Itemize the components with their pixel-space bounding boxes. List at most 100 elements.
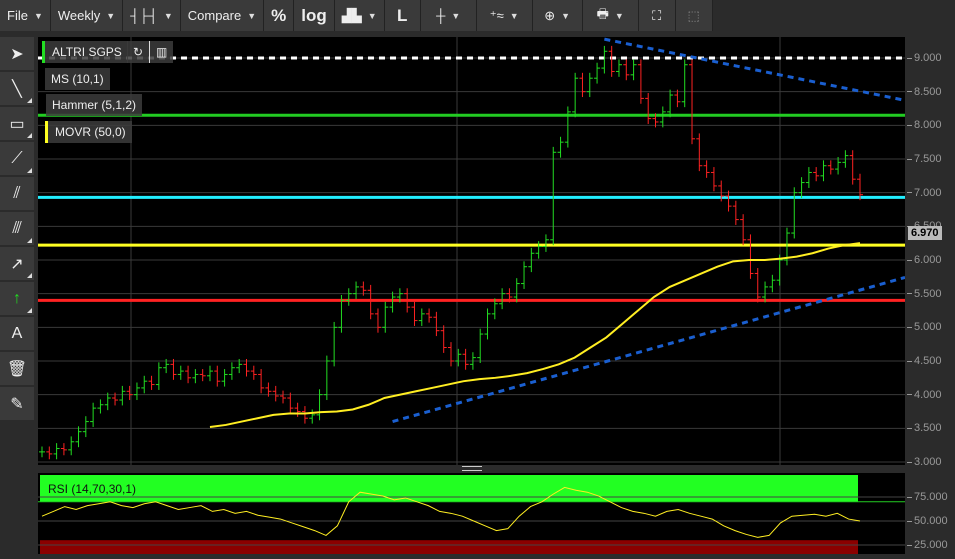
chevron-down-icon: ▼ bbox=[561, 10, 571, 21]
arrow-icon: ↗ bbox=[10, 255, 24, 273]
linear-button[interactable]: L bbox=[384, 0, 421, 31]
pointer-icon: ➤ bbox=[10, 45, 24, 63]
ohlc-bar bbox=[294, 402, 301, 417]
ohlc-bar bbox=[769, 274, 776, 293]
rsi-oversold-zone bbox=[40, 540, 858, 554]
ohlc-bar bbox=[747, 234, 754, 279]
period-label: Weekly bbox=[57, 8, 101, 23]
panel-splitter[interactable] bbox=[38, 465, 905, 473]
print-menu[interactable]: 🖶 ▼ bbox=[582, 0, 639, 31]
chart-type-menu[interactable]: ▟▙ ▼ bbox=[334, 0, 385, 31]
pointer-tool[interactable]: ➤ bbox=[0, 37, 34, 70]
print-icon: 🖶 bbox=[596, 5, 609, 21]
price-tick: 7.500 bbox=[907, 153, 942, 165]
fibonacci-tool[interactable]: ⫻ bbox=[0, 212, 34, 245]
ohlc-bar bbox=[681, 59, 688, 108]
ohlc-bar bbox=[228, 362, 235, 380]
parallel-tool[interactable]: ⫽ bbox=[0, 177, 34, 210]
drawing-tools: ➤ ╲ ▭ ⟋ ⫽ ⫻ ↗ ↑ A 🗑 ✎ bbox=[0, 37, 36, 422]
ohlc-bar bbox=[243, 358, 250, 377]
ohlc-bar bbox=[696, 133, 703, 172]
percent-button[interactable]: % bbox=[264, 0, 295, 31]
price-axis[interactable]: 9.0008.5008.0007.5007.0006.5006.0005.500… bbox=[905, 37, 955, 554]
ohlc-bar bbox=[820, 160, 827, 182]
rsi-panel[interactable]: RSI (14,70,30,1) bbox=[38, 473, 905, 554]
ohlc-bar bbox=[674, 89, 681, 108]
rsi-tick: 50.000 bbox=[907, 515, 948, 527]
snapshot-icon: ⬚ bbox=[687, 7, 700, 23]
zoom-menu[interactable]: ⊕ ▼ bbox=[532, 0, 583, 31]
ohlc-bar bbox=[835, 156, 842, 175]
text-tool[interactable]: A bbox=[0, 317, 34, 350]
crosshair-icon: ┼ bbox=[436, 8, 446, 23]
ohlc-bar bbox=[148, 375, 155, 390]
period-menu[interactable]: Weekly ▼ bbox=[50, 0, 124, 31]
rectangle-tool[interactable]: ▭ bbox=[0, 107, 34, 140]
price-tick: 8.000 bbox=[907, 119, 942, 131]
ohlc-bar bbox=[615, 59, 622, 77]
moving-average-line bbox=[209, 242, 861, 428]
ohlc-bar bbox=[513, 278, 520, 303]
price-tick: 8.500 bbox=[907, 86, 942, 98]
delete-tool[interactable]: 🗑 bbox=[0, 352, 34, 385]
refresh-button[interactable]: ↻ bbox=[127, 41, 150, 63]
ohlc-bar bbox=[280, 390, 287, 404]
line-icon: ╲ bbox=[12, 80, 22, 98]
chevron-down-icon: ▼ bbox=[614, 10, 624, 21]
ohlc-bar bbox=[601, 45, 608, 74]
price-tick: 5.000 bbox=[907, 321, 942, 333]
ohlc-bar bbox=[542, 234, 549, 252]
up-arrow-tool[interactable]: ↑ bbox=[0, 282, 34, 315]
log-button[interactable]: log bbox=[294, 0, 335, 31]
bar-style-menu[interactable]: ┤├┤ ▼ bbox=[123, 0, 181, 31]
fan-tool[interactable]: ⟋ bbox=[0, 142, 34, 175]
price-chart[interactable]: ALTRI SGPS ↻ ▥ MS (10,1) Hammer (5,1,2) … bbox=[38, 37, 906, 465]
ohlc-bar bbox=[60, 443, 67, 456]
ms-legend[interactable]: MS (10,1) bbox=[45, 68, 110, 90]
ohlc-bar bbox=[374, 308, 381, 333]
ohlc-bar bbox=[133, 382, 140, 401]
ohlc-bar bbox=[637, 59, 644, 104]
ohlc-bar bbox=[623, 59, 630, 81]
ohlc-bar bbox=[754, 268, 761, 303]
price-tick: 5.500 bbox=[907, 288, 942, 300]
arrow-tool[interactable]: ↗ bbox=[0, 247, 34, 280]
area-chart-icon: ▟▙ bbox=[341, 7, 362, 23]
price-tick: 9.000 bbox=[907, 52, 942, 64]
crosshair-menu[interactable]: ┼ ▼ bbox=[420, 0, 477, 31]
ohlc-bar bbox=[185, 365, 192, 384]
rsi-legend[interactable]: RSI (14,70,30,1) bbox=[42, 478, 142, 500]
ohlc-bar bbox=[141, 375, 148, 394]
chevron-down-icon: ▼ bbox=[367, 10, 377, 21]
file-menu[interactable]: File ▼ bbox=[0, 0, 51, 31]
ohlc-bar bbox=[732, 200, 739, 225]
indicators-menu[interactable]: ⁺≈ ▼ bbox=[476, 0, 533, 31]
ohlc-bar bbox=[455, 348, 462, 367]
ohlc-bar bbox=[448, 342, 454, 367]
ohlc-bar bbox=[46, 446, 53, 460]
ohlc-bar bbox=[440, 325, 447, 353]
fullscreen-button[interactable]: ⛶ bbox=[638, 0, 676, 31]
snapshot-button[interactable]: ⬚ bbox=[675, 0, 713, 31]
hammer-legend[interactable]: Hammer (5,1,2) bbox=[46, 94, 143, 116]
last-price-badge: 6.970 bbox=[908, 226, 942, 240]
ruler-tool[interactable]: ✎ bbox=[0, 387, 34, 420]
compare-menu[interactable]: Compare ▼ bbox=[180, 0, 265, 31]
ohlc-bar bbox=[126, 385, 133, 401]
rsi-overbought-zone bbox=[40, 475, 858, 502]
movr-legend[interactable]: MOVR (50,0) bbox=[45, 121, 132, 143]
ohlc-bar bbox=[659, 106, 666, 128]
ohlc-bar bbox=[389, 291, 396, 313]
settings-button[interactable]: ▥ bbox=[149, 41, 174, 63]
ohlc-bar bbox=[689, 59, 696, 145]
price-tick: 4.500 bbox=[907, 355, 942, 367]
ohlc-bar bbox=[309, 409, 316, 424]
ohlc-bar bbox=[316, 389, 323, 421]
toolbar: File ▼ Weekly ▼ ┤├┤ ▼ Compare ▼ % log ▟▙ ▼ L … bbox=[0, 0, 955, 31]
ohlc-bar bbox=[170, 358, 177, 380]
line-tool[interactable]: ╲ bbox=[0, 72, 34, 105]
symbol-legend[interactable]: ALTRI SGPS bbox=[42, 41, 128, 63]
ohlc-bar bbox=[586, 72, 593, 98]
chevron-down-icon: ▼ bbox=[33, 10, 43, 21]
ohlc-bar bbox=[426, 308, 433, 323]
